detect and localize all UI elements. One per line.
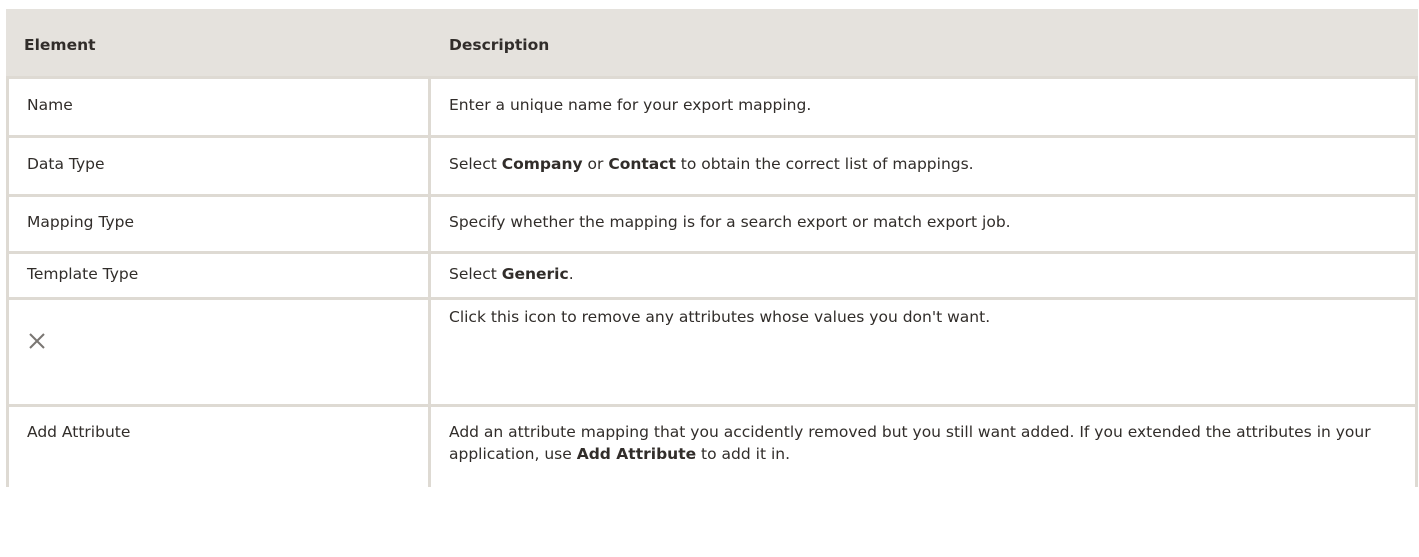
element-cell: Mapping Type [6, 194, 431, 251]
description-cell: Enter a unique name for your export mapp… [431, 76, 1418, 135]
description-cell: Select Company or Contact to obtain the … [431, 135, 1418, 194]
table-row: Template Type Select Generic. [6, 251, 1418, 297]
emphasis-company: Company [501, 155, 583, 173]
header-element: Element [6, 9, 431, 76]
element-description-table: Element Description Name Enter a unique … [6, 9, 1418, 487]
description-cell: Specify whether the mapping is for a sea… [431, 194, 1418, 251]
element-description: Add an attribute mapping that you accide… [449, 423, 1371, 463]
description-cell: Select Generic. [431, 251, 1418, 297]
element-description: Enter a unique name for your export mapp… [449, 96, 812, 114]
description-cell: Add an attribute mapping that you accide… [431, 404, 1418, 487]
header-description-label: Description [449, 36, 550, 54]
header-element-label: Element [24, 36, 96, 54]
element-cell: Add Attribute [6, 404, 431, 487]
header-description: Description [431, 9, 1418, 76]
table-row: Click this icon to remove any attributes… [6, 297, 1418, 404]
element-name: Template Type [27, 265, 139, 283]
document-page: Element Description Name Enter a unique … [0, 0, 1419, 557]
element-name: Add Attribute [27, 423, 131, 441]
element-description: Select Generic. [449, 265, 574, 283]
element-cell: Template Type [6, 251, 431, 297]
element-name: Mapping Type [27, 213, 135, 231]
element-cell [6, 297, 431, 404]
table-row: Name Enter a unique name for your export… [6, 76, 1418, 135]
table-row: Add Attribute Add an attribute mapping t… [6, 404, 1418, 487]
element-description: Click this icon to remove any attributes… [449, 308, 991, 326]
table-row: Data Type Select Company or Contact to o… [6, 135, 1418, 194]
element-cell: Data Type [6, 135, 431, 194]
emphasis-generic: Generic [501, 265, 569, 283]
element-description: Select Company or Contact to obtain the … [449, 155, 974, 173]
emphasis-add-attribute: Add Attribute [576, 445, 697, 463]
element-cell: Name [6, 76, 431, 135]
table-row: Mapping Type Specify whether the mapping… [6, 194, 1418, 251]
element-name: Data Type [27, 155, 105, 173]
emphasis-contact: Contact [608, 155, 676, 173]
element-name: Name [27, 96, 73, 114]
close-icon [27, 331, 47, 351]
element-description: Specify whether the mapping is for a sea… [449, 213, 1011, 231]
description-cell: Click this icon to remove any attributes… [431, 297, 1418, 404]
table-header-row: Element Description [6, 9, 1418, 76]
